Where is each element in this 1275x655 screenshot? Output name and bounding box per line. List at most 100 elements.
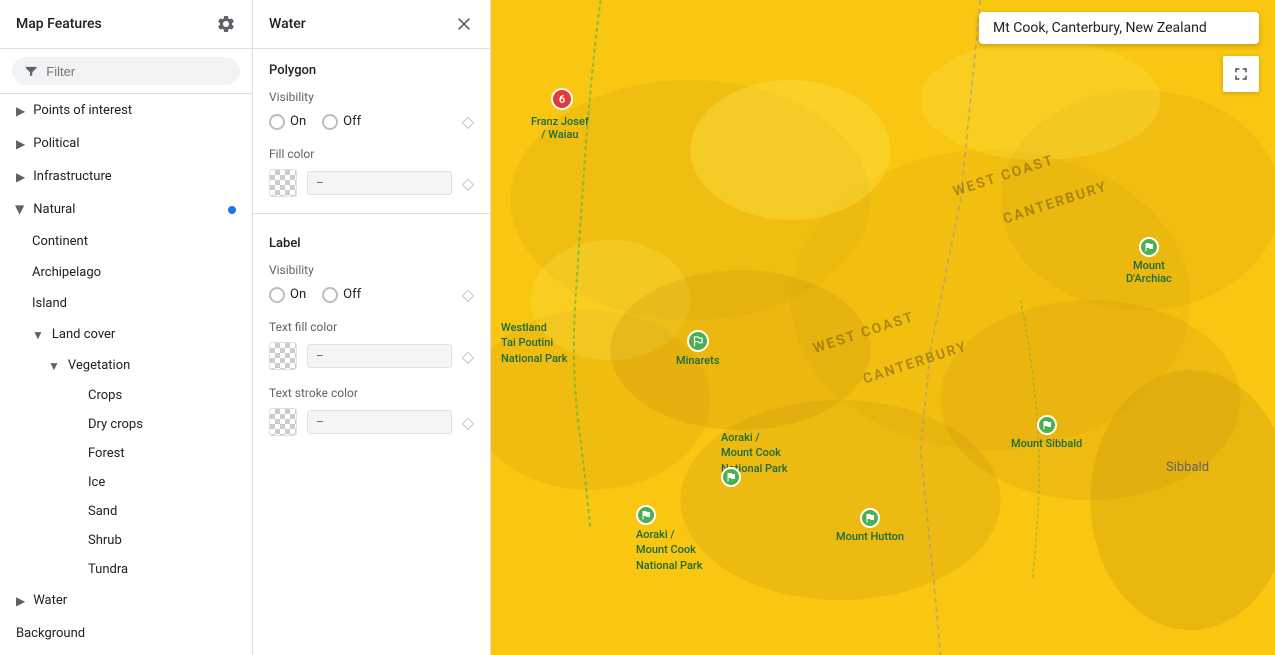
fill-color-row: – ◇ bbox=[253, 165, 490, 205]
chevron-right-icon: ▶ bbox=[16, 137, 25, 151]
poi-icon bbox=[1037, 415, 1057, 435]
polygon-visibility-diamond[interactable]: ◇ bbox=[462, 112, 474, 131]
mid-header: Water bbox=[253, 0, 490, 49]
label-visibility-off[interactable]: Off bbox=[322, 287, 361, 303]
poi-icon bbox=[1139, 237, 1159, 257]
left-panel: Map Features ▶ Points of interest ▶ Poli… bbox=[0, 0, 253, 655]
close-button[interactable] bbox=[454, 14, 474, 34]
active-indicator bbox=[228, 206, 236, 214]
poi-aoraki-2: Aoraki /Mount CookNational Park bbox=[636, 505, 703, 573]
sidebar-item-island[interactable]: Island bbox=[16, 288, 252, 319]
poi-label: MountD'Archiac bbox=[1126, 259, 1172, 285]
text-stroke-color-text: – bbox=[316, 415, 324, 429]
text-fill-color-value: – bbox=[307, 344, 452, 368]
fill-color-swatch[interactable] bbox=[269, 169, 297, 197]
settings-button[interactable] bbox=[216, 14, 236, 34]
polygon-visibility-off[interactable]: Off bbox=[322, 114, 361, 130]
polygon-visibility-on[interactable]: On bbox=[269, 114, 306, 130]
label-visibility-diamond[interactable]: ◇ bbox=[462, 285, 474, 304]
place-label: Sibbald bbox=[1166, 460, 1209, 475]
sidebar-item-label: Points of interest bbox=[33, 103, 132, 118]
polygon-visibility-row: On Off ◇ bbox=[253, 108, 490, 139]
sidebar-item-label: Background bbox=[16, 626, 85, 641]
text-fill-color-swatch[interactable] bbox=[269, 342, 297, 370]
sidebar-item-infrastructure[interactable]: ▶ Infrastructure bbox=[0, 160, 252, 193]
fill-color-value: – bbox=[307, 171, 452, 195]
section-divider bbox=[253, 213, 490, 214]
poi-mount-sibbald: Mount Sibbald bbox=[1011, 415, 1082, 450]
map-area[interactable]: Mt Cook, Canterbury, New Zealand 6 Franz… bbox=[491, 0, 1275, 655]
poi-label: Minarets bbox=[676, 354, 719, 367]
map-features-title: Map Features bbox=[16, 16, 102, 32]
sidebar-item-points-of-interest[interactable]: ▶ Points of interest bbox=[0, 94, 252, 127]
sidebar-item-ice[interactable]: Ice bbox=[32, 468, 252, 497]
poi-icon-aoraki-1 bbox=[721, 467, 741, 487]
text-stroke-color-row: – ◇ bbox=[253, 404, 490, 444]
chevron-right-icon: ▶ bbox=[16, 170, 25, 184]
poi-icon bbox=[636, 505, 656, 525]
poi-westland: WestlandTai PoutiniNational Park bbox=[501, 320, 568, 366]
label-visibility-on[interactable]: On bbox=[269, 287, 306, 303]
sidebar-item-label: Continent bbox=[32, 234, 88, 249]
text-stroke-color-diamond[interactable]: ◇ bbox=[462, 413, 474, 432]
sidebar-item-dry-crops[interactable]: Dry crops bbox=[32, 410, 252, 439]
route-marker-6: 6 bbox=[551, 88, 573, 110]
sidebar-item-label: Water bbox=[33, 593, 67, 608]
radio-on-circle bbox=[269, 287, 285, 303]
sidebar-item-tundra[interactable]: Tundra bbox=[32, 555, 252, 584]
text-fill-color-text: – bbox=[316, 349, 324, 363]
sidebar-item-label: Infrastructure bbox=[33, 169, 111, 184]
filter-input-wrap bbox=[12, 57, 240, 85]
mid-panel: Water Polygon Visibility On Off ◇ Fill c… bbox=[253, 0, 491, 655]
fill-color-text: – bbox=[316, 176, 324, 190]
poi-mount-hutton: Mount Hutton bbox=[836, 508, 904, 543]
sidebar-item-land-cover[interactable]: ▼ Land cover bbox=[16, 319, 252, 350]
sidebar-item-forest[interactable]: Forest bbox=[32, 439, 252, 468]
radio-off-circle bbox=[322, 114, 338, 130]
filter-input[interactable] bbox=[46, 64, 228, 79]
sidebar-item-vegetation[interactable]: ▼ Vegetation bbox=[32, 350, 252, 381]
sidebar-item-archipelago[interactable]: Archipelago bbox=[16, 257, 252, 288]
text-stroke-color-label: Text stroke color bbox=[253, 378, 490, 404]
map-search-bar[interactable]: Mt Cook, Canterbury, New Zealand bbox=[979, 12, 1259, 44]
land-cover-sub-items: ▼ Vegetation Crops Dry crops Forest Ice … bbox=[16, 350, 252, 584]
radio-on-circle bbox=[269, 114, 285, 130]
sidebar-item-label: Vegetation bbox=[68, 358, 130, 373]
poi-label: WestlandTai PoutiniNational Park bbox=[501, 321, 568, 365]
sidebar-item-sand[interactable]: Sand bbox=[32, 497, 252, 526]
poi-icon bbox=[687, 330, 709, 352]
label-visibility-radio-group: On Off bbox=[269, 287, 361, 303]
sidebar-item-crops[interactable]: Crops bbox=[32, 381, 252, 410]
chevron-right-icon: ▶ bbox=[16, 594, 25, 608]
mid-panel-title: Water bbox=[269, 16, 306, 32]
text-stroke-color-swatch[interactable] bbox=[269, 408, 297, 436]
sidebar-item-natural[interactable]: ▶ Natural bbox=[0, 193, 252, 226]
label-visibility-row: On Off ◇ bbox=[253, 281, 490, 312]
sidebar-item-label: Political bbox=[33, 136, 79, 151]
poi-mount-darchiac: MountD'Archiac bbox=[1126, 237, 1172, 285]
text-fill-color-diamond[interactable]: ◇ bbox=[462, 347, 474, 366]
poi-icon bbox=[860, 508, 880, 528]
sidebar-item-shrub[interactable]: Shrub bbox=[32, 526, 252, 555]
radio-off-label: Off bbox=[343, 114, 361, 129]
sidebar-item-water[interactable]: ▶ Water bbox=[0, 584, 252, 617]
poi-label: Mount Sibbald bbox=[1011, 437, 1082, 450]
sidebar-item-background[interactable]: Background bbox=[0, 617, 252, 650]
radio-on-label: On bbox=[290, 114, 306, 129]
radio-on-label: On bbox=[290, 287, 306, 302]
sidebar-item-political[interactable]: ▶ Political bbox=[0, 127, 252, 160]
chevron-down-icon: ▼ bbox=[48, 359, 60, 373]
polygon-section-title: Polygon bbox=[253, 49, 490, 82]
fill-color-diamond[interactable]: ◇ bbox=[462, 174, 474, 193]
text-fill-color-row: – ◇ bbox=[253, 338, 490, 378]
filter-icon bbox=[24, 63, 38, 79]
sidebar-item-label: Natural bbox=[33, 202, 75, 217]
expand-map-button[interactable] bbox=[1223, 56, 1259, 92]
poi-label: Mount Hutton bbox=[836, 530, 904, 543]
chevron-right-icon: ▶ bbox=[16, 104, 25, 118]
text-stroke-color-value: – bbox=[307, 410, 452, 434]
sidebar-item-continent[interactable]: Continent bbox=[16, 226, 252, 257]
poi-label: Aoraki /Mount CookNational Park bbox=[636, 528, 703, 572]
search-value: Mt Cook, Canterbury, New Zealand bbox=[993, 20, 1207, 36]
chevron-down-icon: ▼ bbox=[32, 328, 44, 342]
